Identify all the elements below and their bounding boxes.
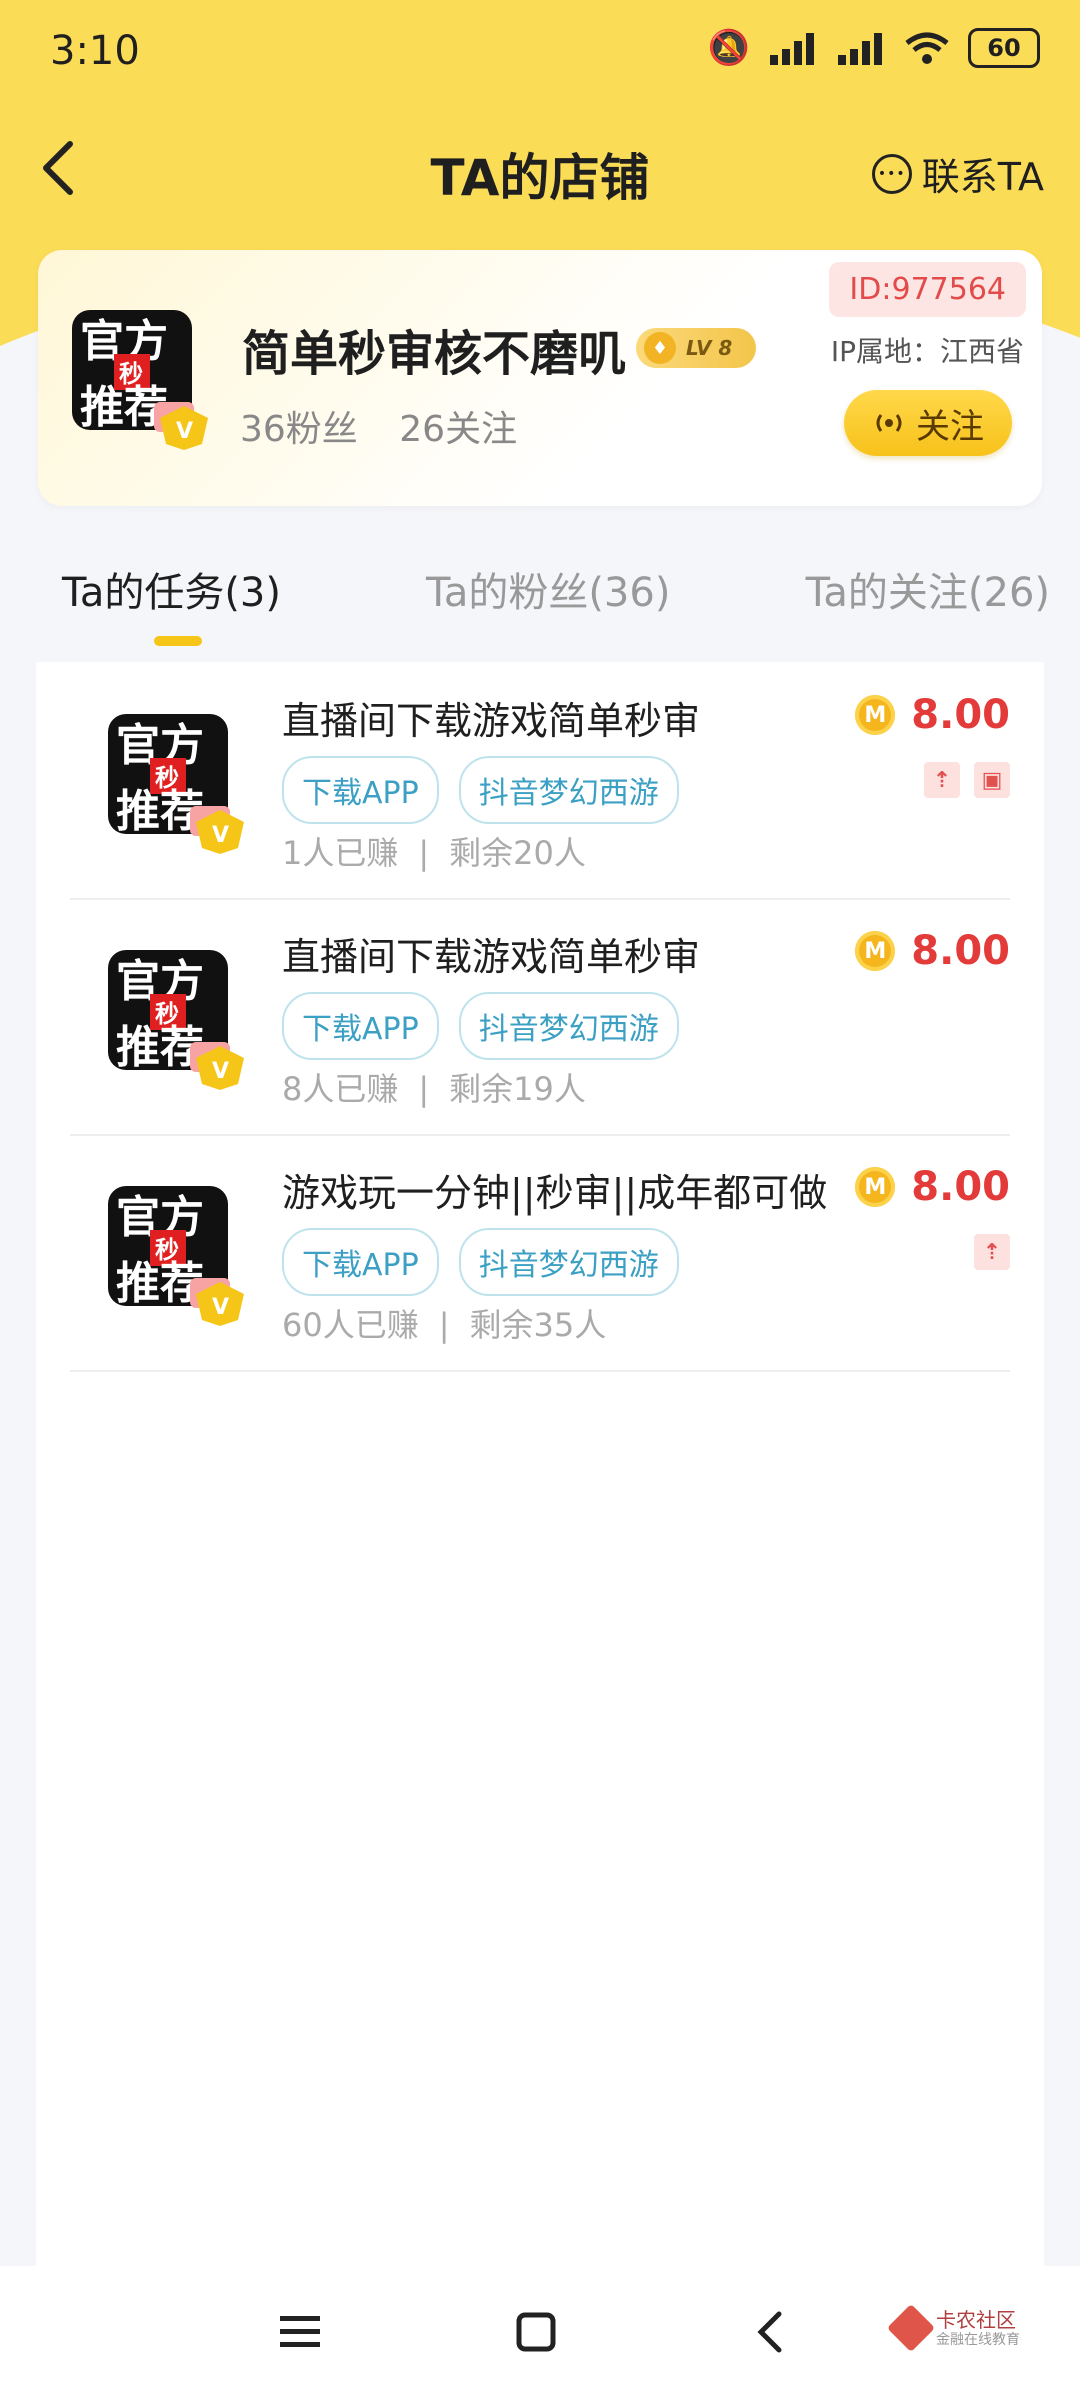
- earned-count: 1人已赚: [282, 834, 399, 872]
- meta-separator: |: [418, 834, 430, 872]
- verified-badge-icon: V: [154, 402, 208, 450]
- tab-tasks[interactable]: Ta的任务(3): [62, 560, 281, 618]
- follow-button[interactable]: 关注: [844, 390, 1012, 456]
- reward-amount: 8.00: [911, 692, 1010, 738]
- coin-icon: M: [855, 695, 896, 735]
- svg-text:V: V: [212, 823, 229, 848]
- recent-apps-button[interactable]: [270, 2302, 330, 2362]
- shop-avatar: 官方 秒 推荐 V: [72, 310, 208, 450]
- pin-top-icon: ⇡: [924, 762, 960, 798]
- task-title: 游戏玩一分钟||秒审||成年都可做: [282, 1171, 828, 1215]
- follow-label: 关注: [916, 406, 984, 447]
- level-bell-icon: ♦: [644, 332, 676, 364]
- verified-badge-icon: V: [190, 806, 244, 854]
- status-bar: 3:10 🔕 60: [0, 0, 1080, 110]
- task-reward: M 8.00: [855, 928, 1010, 974]
- earned-count: 60人已赚: [282, 1306, 419, 1344]
- task-tag: 下载APP: [282, 756, 439, 824]
- task-item[interactable]: 官方 秒 推荐 V 直播间下载游戏简单秒审 下载APP 抖音梦幻西游 8人已赚 | 剩…: [70, 898, 1010, 1136]
- menu-icon: [280, 2316, 320, 2347]
- task-tag: 下载APP: [282, 992, 439, 1060]
- task-tag: 抖音梦幻西游: [458, 992, 679, 1060]
- red-packet-icon: ▣: [974, 762, 1010, 798]
- task-meta: 1人已赚 | 剩余20人: [282, 828, 586, 874]
- tab-following[interactable]: Ta的关注(26): [806, 560, 1050, 618]
- task-tag: 抖音梦幻西游: [458, 1228, 679, 1296]
- battery-icon: 60: [968, 28, 1040, 68]
- mute-icon: 🔕: [707, 28, 750, 68]
- svg-text:V: V: [212, 1295, 229, 1320]
- remaining-count: 剩余20人: [449, 834, 586, 872]
- following-count[interactable]: 26关注: [399, 409, 517, 450]
- tab-bar: Ta的任务(3) Ta的粉丝(36) Ta的关注(26): [0, 560, 1080, 650]
- task-meta: 8人已赚 | 剩余19人: [282, 1064, 586, 1110]
- meta-separator: |: [438, 1306, 450, 1344]
- reward-amount: 8.00: [911, 928, 1010, 974]
- verified-badge-icon: V: [190, 1042, 244, 1090]
- task-tag: 下载APP: [282, 1228, 439, 1296]
- coin-icon: M: [855, 1167, 896, 1207]
- broadcast-icon: [876, 414, 902, 432]
- level-text: LV 8: [686, 336, 733, 360]
- task-reward: M 8.00: [855, 1164, 1010, 1210]
- remaining-count: 剩余19人: [449, 1070, 586, 1108]
- task-avatar: 官方 秒 推荐 V: [108, 950, 244, 1090]
- coin-icon: M: [855, 931, 896, 971]
- status-icons: 🔕 60: [708, 28, 1040, 68]
- pin-top-icon: ⇡: [974, 1234, 1010, 1270]
- task-title: 直播间下载游戏简单秒审: [282, 935, 701, 979]
- task-tags: 下载APP 抖音梦幻西游: [282, 992, 679, 1060]
- watermark: 卡农社区 金融在线教育: [886, 2304, 1020, 2353]
- square-icon: [516, 2312, 556, 2352]
- task-item[interactable]: 官方 秒 推荐 V 直播间下载游戏简单秒审 下载APP 抖音梦幻西游 1人已赚 | 剩…: [70, 662, 1010, 900]
- wifi-icon: [905, 32, 949, 64]
- fans-count[interactable]: 36粉丝: [240, 409, 358, 450]
- ip-location: IP属地：江西省: [830, 335, 1024, 368]
- watermark-subtitle: 金融在线教育: [936, 2332, 1020, 2348]
- task-flags: ⇡: [974, 1234, 1010, 1270]
- watermark-title: 卡农社区: [936, 2308, 1016, 2332]
- shop-name: 简单秒审核不磨叽: [242, 326, 627, 382]
- task-avatar: 官方 秒 推荐 V: [108, 714, 244, 854]
- task-title: 直播间下载游戏简单秒审: [282, 699, 701, 743]
- svg-text:V: V: [212, 1059, 229, 1084]
- task-list: 官方 秒 推荐 V 直播间下载游戏简单秒审 下载APP 抖音梦幻西游 1人已赚 | 剩…: [36, 662, 1044, 2266]
- contact-label: 联系TA: [921, 155, 1044, 199]
- task-flags: ⇡ ▣: [924, 762, 1010, 798]
- shop-stats: 36粉丝 26关注: [240, 400, 547, 452]
- chat-bubble-icon: •••: [871, 153, 912, 194]
- meta-separator: |: [418, 1070, 430, 1108]
- title-bar: TA的店铺 ••• 联系TA: [0, 110, 1080, 230]
- chevron-left-icon: [757, 2311, 782, 2353]
- contact-ta-button[interactable]: ••• 联系TA: [871, 146, 1044, 201]
- watermark-logo-icon: [886, 2304, 936, 2353]
- task-item[interactable]: 官方 秒 推荐 V 游戏玩一分钟||秒审||成年都可做 下载APP 抖音梦幻西游 …: [70, 1134, 1010, 1372]
- task-avatar: 官方 秒 推荐 V: [108, 1186, 244, 1326]
- system-nav-bar: 卡农社区 金融在线教育: [0, 2266, 1080, 2400]
- earned-count: 8人已赚: [282, 1070, 399, 1108]
- level-badge: ♦ LV 8: [636, 328, 757, 368]
- signal-icon: [770, 33, 814, 65]
- svg-text:V: V: [176, 419, 193, 444]
- home-button[interactable]: [506, 2302, 566, 2362]
- task-tags: 下载APP 抖音梦幻西游: [282, 756, 679, 824]
- remaining-count: 剩余35人: [469, 1306, 607, 1344]
- reward-amount: 8.00: [911, 1164, 1010, 1210]
- verified-badge-icon: V: [190, 1278, 244, 1326]
- task-meta: 60人已赚 | 剩余35人: [282, 1300, 606, 1346]
- signal-icon-2: [838, 33, 882, 65]
- system-back-button[interactable]: [740, 2302, 800, 2362]
- status-time: 3:10: [50, 28, 140, 74]
- task-reward: M 8.00: [855, 692, 1010, 738]
- shop-card: ID:977564 官方 秒 推荐 V 简单秒审核不磨叽 ♦ LV 8 IP属地…: [38, 250, 1042, 506]
- task-tag: 抖音梦幻西游: [458, 756, 679, 824]
- tab-fans[interactable]: Ta的粉丝(36): [426, 560, 670, 618]
- task-tags: 下载APP 抖音梦幻西游: [282, 1228, 679, 1296]
- shop-id-badge: ID:977564: [829, 262, 1026, 317]
- active-tab-indicator: [154, 636, 202, 646]
